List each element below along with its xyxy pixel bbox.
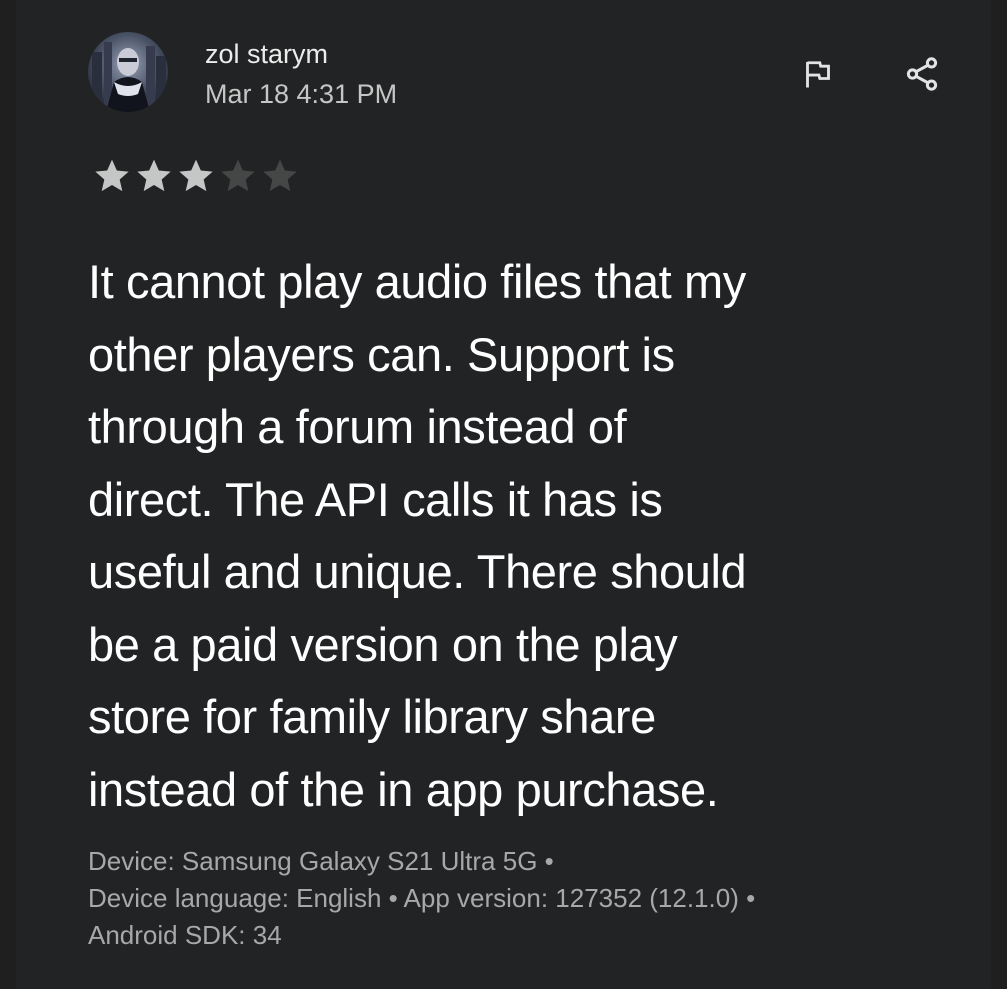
review-text-line: through a forum instead of: [88, 400, 627, 453]
share-icon: [906, 57, 938, 91]
review-text-line: direct. The API calls it has is: [88, 472, 663, 526]
avatar[interactable]: [88, 32, 168, 112]
device-info-line: Device language: English • App version: …: [88, 883, 756, 913]
star-filled-icon: [95, 159, 129, 192]
review-text: It cannot play audio files that my other…: [88, 246, 988, 826]
review-text-line: other players can. Support is: [88, 327, 675, 381]
review-card: zol starym Mar 18 4:31 PM It cannot play…: [16, 0, 991, 989]
flag-icon: [806, 61, 830, 88]
review-date: Mar 18 4:31 PM: [205, 79, 398, 109]
device-info-line: Android SDK: 34: [88, 920, 282, 950]
device-info-line: Device: Samsung Galaxy S21 Ultra 5G •: [88, 846, 554, 876]
star-empty-icon: [263, 159, 297, 192]
review-text-line: be a paid version on the play: [88, 617, 678, 671]
flag-button[interactable]: [790, 46, 846, 102]
star-filled-icon: [179, 159, 213, 192]
device-info: Device: Samsung Galaxy S21 Ultra 5G • De…: [88, 843, 988, 954]
review-text-line: useful and unique. There should: [88, 545, 747, 598]
star-rating: [92, 156, 300, 196]
avatar-image: [88, 32, 168, 112]
review-text-line: instead of the in app purchase.: [88, 762, 719, 816]
review-text-line: store for family library share: [88, 690, 656, 743]
star-empty-icon: [221, 159, 255, 192]
review-text-line: It cannot play audio files that my: [88, 255, 746, 308]
star-filled-icon: [137, 159, 171, 192]
share-button[interactable]: [894, 46, 950, 102]
author-name: zol starym: [205, 39, 329, 69]
